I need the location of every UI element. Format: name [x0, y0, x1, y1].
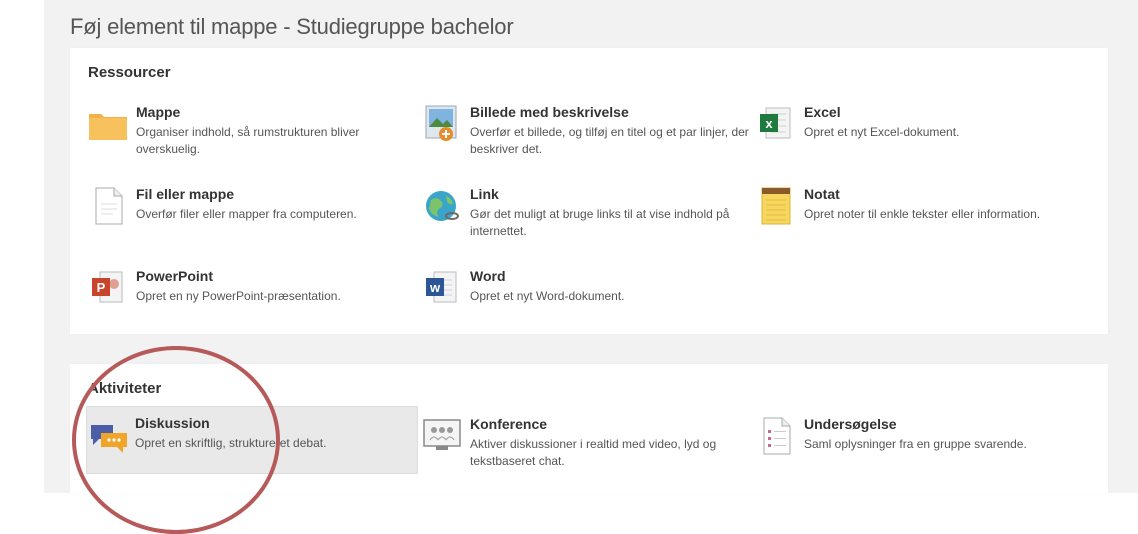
item-mappe[interactable]: Mappe Organiser indhold, så rumstrukture… [88, 102, 408, 162]
item-name: PowerPoint [136, 268, 214, 284]
activities-heading: Aktiviteter [88, 380, 162, 397]
item-word[interactable]: w Word Opret et nyt Word-dokument. [422, 266, 742, 326]
svg-text:x: x [765, 116, 773, 131]
item-desc: Organiser indhold, så rumstrukturen bliv… [136, 125, 360, 156]
item-name: Billede med beskrivelse [470, 104, 629, 120]
dialog-title: Føj element til mappe - Studiegruppe bac… [70, 14, 514, 39]
conference-icon [422, 416, 462, 456]
notepad-icon [756, 186, 796, 226]
item-name: Word [470, 268, 506, 284]
add-item-dialog: Føj element til mappe - Studiegruppe bac… [44, 0, 1138, 493]
activities-panel: Aktiviteter Diskussion Opret en skriftli… [70, 364, 1108, 493]
item-name: Konference [470, 416, 548, 432]
item-desc: Overfør et billede, og tilføj en titel o… [470, 125, 749, 156]
resources-heading: Ressourcer [88, 64, 171, 81]
item-name: Notat [804, 186, 840, 202]
link-globe-icon [422, 186, 462, 226]
item-name: Fil eller mappe [136, 186, 235, 202]
item-name: Mappe [136, 104, 181, 120]
image-upload-icon [422, 104, 462, 144]
item-name: Diskussion [135, 415, 210, 431]
item-fil-eller-mappe[interactable]: Fil eller mappe Overfør filer eller mapp… [88, 184, 408, 244]
item-diskussion[interactable]: Diskussion Opret en skriftlig, strukture… [86, 406, 418, 474]
item-desc: Saml oplysninger fra en gruppe svarende. [804, 437, 1027, 451]
item-konference[interactable]: Konference Aktiver diskussioner i realti… [422, 414, 742, 474]
powerpoint-icon: P [88, 268, 128, 308]
svg-text:w: w [429, 280, 441, 295]
item-desc: Opret en ny PowerPoint-præsentation. [136, 289, 341, 303]
item-desc: Opret et nyt Excel-dokument. [804, 125, 960, 139]
word-icon: w [422, 268, 462, 308]
excel-icon: x [756, 104, 796, 144]
item-name: Excel [804, 104, 841, 120]
item-desc: Aktiver diskussioner i realtid med video… [470, 437, 717, 468]
item-desc: Opret en skriftlig, struktureret debat. [135, 436, 327, 450]
item-desc: Opret noter til enkle tekster eller info… [804, 207, 1041, 221]
item-excel[interactable]: x Excel Opret et nyt Excel-dokument. [756, 102, 1076, 162]
item-desc: Overfør filer eller mapper fra computere… [136, 207, 357, 221]
item-desc: Opret et nyt Word-dokument. [470, 289, 625, 303]
item-name: Undersøgelse [804, 416, 897, 432]
item-billede[interactable]: Billede med beskrivelse Overfør et bille… [422, 102, 749, 162]
folder-icon [88, 104, 128, 144]
discussion-icon [89, 417, 129, 457]
item-name: Link [470, 186, 499, 202]
svg-text:P: P [97, 280, 106, 295]
item-link[interactable]: Link Gør det muligt at bruge links til a… [422, 184, 742, 244]
file-icon [88, 186, 128, 226]
item-powerpoint[interactable]: P PowerPoint Opret en ny PowerPoint-præs… [88, 266, 408, 326]
item-undersoegelse[interactable]: Undersøgelse Saml oplysninger fra en gru… [756, 414, 1076, 474]
survey-icon [756, 416, 796, 456]
item-desc: Gør det muligt at bruge links til at vis… [470, 207, 730, 238]
item-notat[interactable]: Notat Opret noter til enkle tekster elle… [756, 184, 1076, 244]
resources-panel: Ressourcer Mappe Organiser indhold, så r… [70, 48, 1108, 334]
